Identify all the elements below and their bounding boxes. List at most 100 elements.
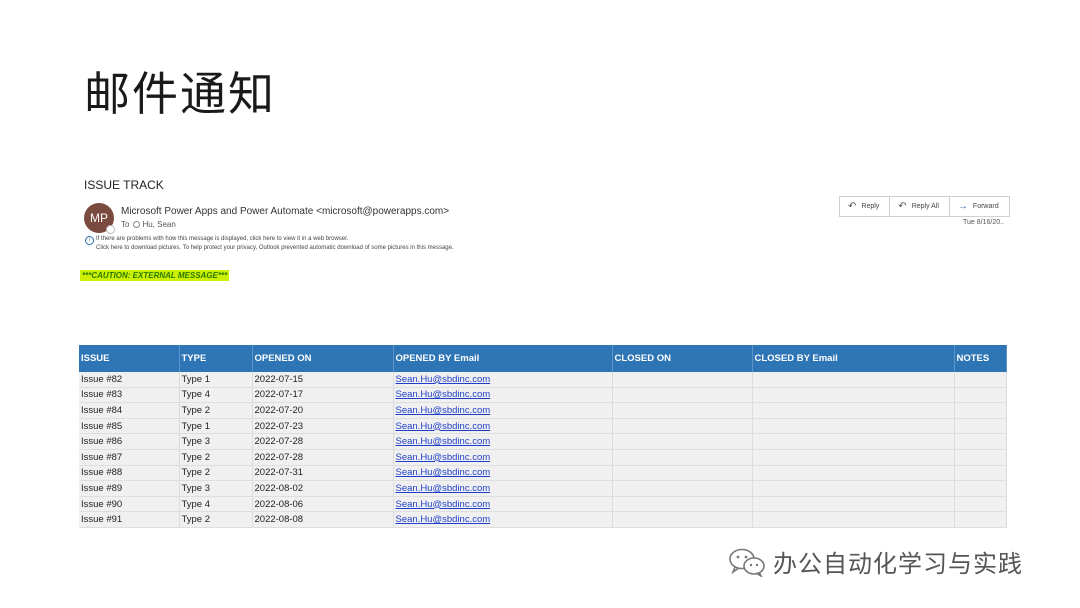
message-actions: ↶ Reply ↶ Reply All → Forward (839, 196, 1010, 217)
cell-issue: Issue #85 (79, 418, 180, 435)
cell-closed-by (752, 480, 955, 497)
table-row: Issue #86 Type 3 2022-07-28 Sean.Hu@sbdi… (79, 433, 1007, 450)
email-link[interactable]: Sean.Hu@sbdinc.com (396, 389, 491, 400)
sender-name[interactable]: Microsoft Power Apps and Power Automate … (121, 206, 449, 217)
cell-opened-on: 2022-08-08 (252, 511, 394, 528)
email-link[interactable]: Sean.Hu@sbdinc.com (396, 483, 491, 494)
email-link[interactable]: Sean.Hu@sbdinc.com (396, 499, 491, 510)
cell-notes (954, 418, 1007, 435)
to-line: To Hu, Sean (121, 220, 176, 229)
info-line-display[interactable]: If there are problems with how this mess… (96, 236, 348, 242)
cell-type: Type 2 (179, 511, 253, 528)
cell-type: Type 2 (179, 465, 253, 482)
presence-dot-icon (106, 225, 115, 234)
cell-issue: Issue #88 (79, 465, 180, 482)
cell-notes (954, 387, 1007, 404)
table-row: Issue #90 Type 4 2022-08-06 Sean.Hu@sbdi… (79, 496, 1007, 513)
cell-closed-by (752, 511, 955, 528)
cell-issue: Issue #87 (79, 449, 180, 466)
cell-opened-on: 2022-08-06 (252, 496, 394, 513)
cell-opened-by: Sean.Hu@sbdinc.com (393, 465, 613, 482)
cell-opened-by: Sean.Hu@sbdinc.com (393, 402, 613, 419)
cell-closed-on (612, 387, 753, 404)
header-closed-on: CLOSED ON (612, 345, 753, 372)
email-link[interactable]: Sean.Hu@sbdinc.com (396, 405, 491, 416)
table-row: Issue #85 Type 1 2022-07-23 Sean.Hu@sbdi… (79, 418, 1007, 435)
cell-type: Type 4 (179, 387, 253, 404)
cell-closed-by (752, 496, 955, 513)
cell-closed-on (612, 433, 753, 450)
cell-type: Type 2 (179, 402, 253, 419)
watermark: 办公自动化学习与实践 (727, 544, 1023, 579)
cell-notes (954, 511, 1007, 528)
cell-issue: Issue #91 (79, 511, 180, 528)
table-row: Issue #83 Type 4 2022-07-17 Sean.Hu@sbdi… (79, 387, 1007, 404)
table-row: Issue #84 Type 2 2022-07-20 Sean.Hu@sbdi… (79, 402, 1007, 419)
table-row: Issue #88 Type 2 2022-07-31 Sean.Hu@sbdi… (79, 465, 1007, 482)
email-date: Tue 8/16/20.. (963, 219, 1004, 226)
email-link[interactable]: Sean.Hu@sbdinc.com (396, 436, 491, 447)
table-row: Issue #89 Type 3 2022-08-02 Sean.Hu@sbdi… (79, 480, 1007, 497)
email-link[interactable]: Sean.Hu@sbdinc.com (396, 467, 491, 478)
cell-type: Type 2 (179, 449, 253, 466)
table-header-row: ISSUE TYPE OPENED ON OPENED BY Email CLO… (79, 345, 1007, 372)
header-opened-on: OPENED ON (252, 345, 394, 372)
cell-opened-by: Sean.Hu@sbdinc.com (393, 511, 613, 528)
cell-closed-by (752, 387, 955, 404)
header-issue: ISSUE (79, 345, 180, 372)
cell-opened-by: Sean.Hu@sbdinc.com (393, 433, 613, 450)
cell-closed-on (612, 496, 753, 513)
caution-banner: ***CAUTION: EXTERNAL MESSAGE*** (80, 270, 230, 281)
recipient-status-icon (133, 221, 141, 229)
header-opened-by: OPENED BY Email (393, 345, 613, 372)
cell-closed-by (752, 433, 955, 450)
cell-issue: Issue #82 (79, 372, 180, 388)
cell-opened-by: Sean.Hu@sbdinc.com (393, 449, 613, 466)
cell-closed-on (612, 511, 753, 528)
cell-notes (954, 449, 1007, 466)
cell-type: Type 1 (179, 372, 253, 388)
cell-closed-by (752, 449, 955, 466)
table-row: Issue #82 Type 1 2022-07-15 Sean.Hu@sbdi… (79, 372, 1007, 388)
cell-opened-on: 2022-07-17 (252, 387, 394, 404)
cell-opened-by: Sean.Hu@sbdinc.com (393, 372, 613, 388)
forward-button[interactable]: → Forward (950, 197, 1010, 216)
cell-issue: Issue #90 (79, 496, 180, 513)
reply-all-button[interactable]: ↶ Reply All (890, 197, 950, 216)
email-link[interactable]: Sean.Hu@sbdinc.com (396, 514, 491, 525)
info-line-pictures[interactable]: Click here to download pictures. To help… (96, 245, 454, 251)
cell-closed-on (612, 418, 753, 435)
cell-closed-by (752, 372, 955, 388)
info-icon: i (85, 236, 94, 245)
email-link[interactable]: Sean.Hu@sbdinc.com (396, 452, 491, 463)
cell-issue: Issue #84 (79, 402, 180, 419)
cell-closed-on (612, 372, 753, 388)
cell-notes (954, 402, 1007, 419)
cell-opened-by: Sean.Hu@sbdinc.com (393, 418, 613, 435)
cell-opened-on: 2022-07-23 (252, 418, 394, 435)
reply-button[interactable]: ↶ Reply (840, 197, 891, 216)
reply-label: Reply (861, 203, 880, 210)
cell-issue: Issue #86 (79, 433, 180, 450)
cell-opened-by: Sean.Hu@sbdinc.com (393, 496, 613, 513)
cell-opened-on: 2022-07-15 (252, 372, 394, 388)
to-label: To (121, 220, 130, 229)
cell-notes (954, 372, 1007, 388)
email-link[interactable]: Sean.Hu@sbdinc.com (396, 374, 491, 385)
cell-notes (954, 496, 1007, 513)
cell-type: Type 1 (179, 418, 253, 435)
cell-closed-on (612, 480, 753, 497)
cell-notes (954, 480, 1007, 497)
recipient-name[interactable]: Hu, Sean (142, 220, 175, 229)
cell-notes (954, 465, 1007, 482)
table-row: Issue #91 Type 2 2022-08-08 Sean.Hu@sbdi… (79, 511, 1007, 528)
cell-opened-on: 2022-07-20 (252, 402, 394, 419)
cell-type: Type 3 (179, 480, 253, 497)
cell-opened-by: Sean.Hu@sbdinc.com (393, 387, 613, 404)
forward-label: Forward (972, 203, 999, 210)
cell-issue: Issue #83 (79, 387, 180, 404)
cell-closed-on (612, 402, 753, 419)
email-link[interactable]: Sean.Hu@sbdinc.com (396, 421, 491, 432)
cell-opened-on: 2022-08-02 (252, 480, 394, 497)
cell-opened-by: Sean.Hu@sbdinc.com (393, 480, 613, 497)
